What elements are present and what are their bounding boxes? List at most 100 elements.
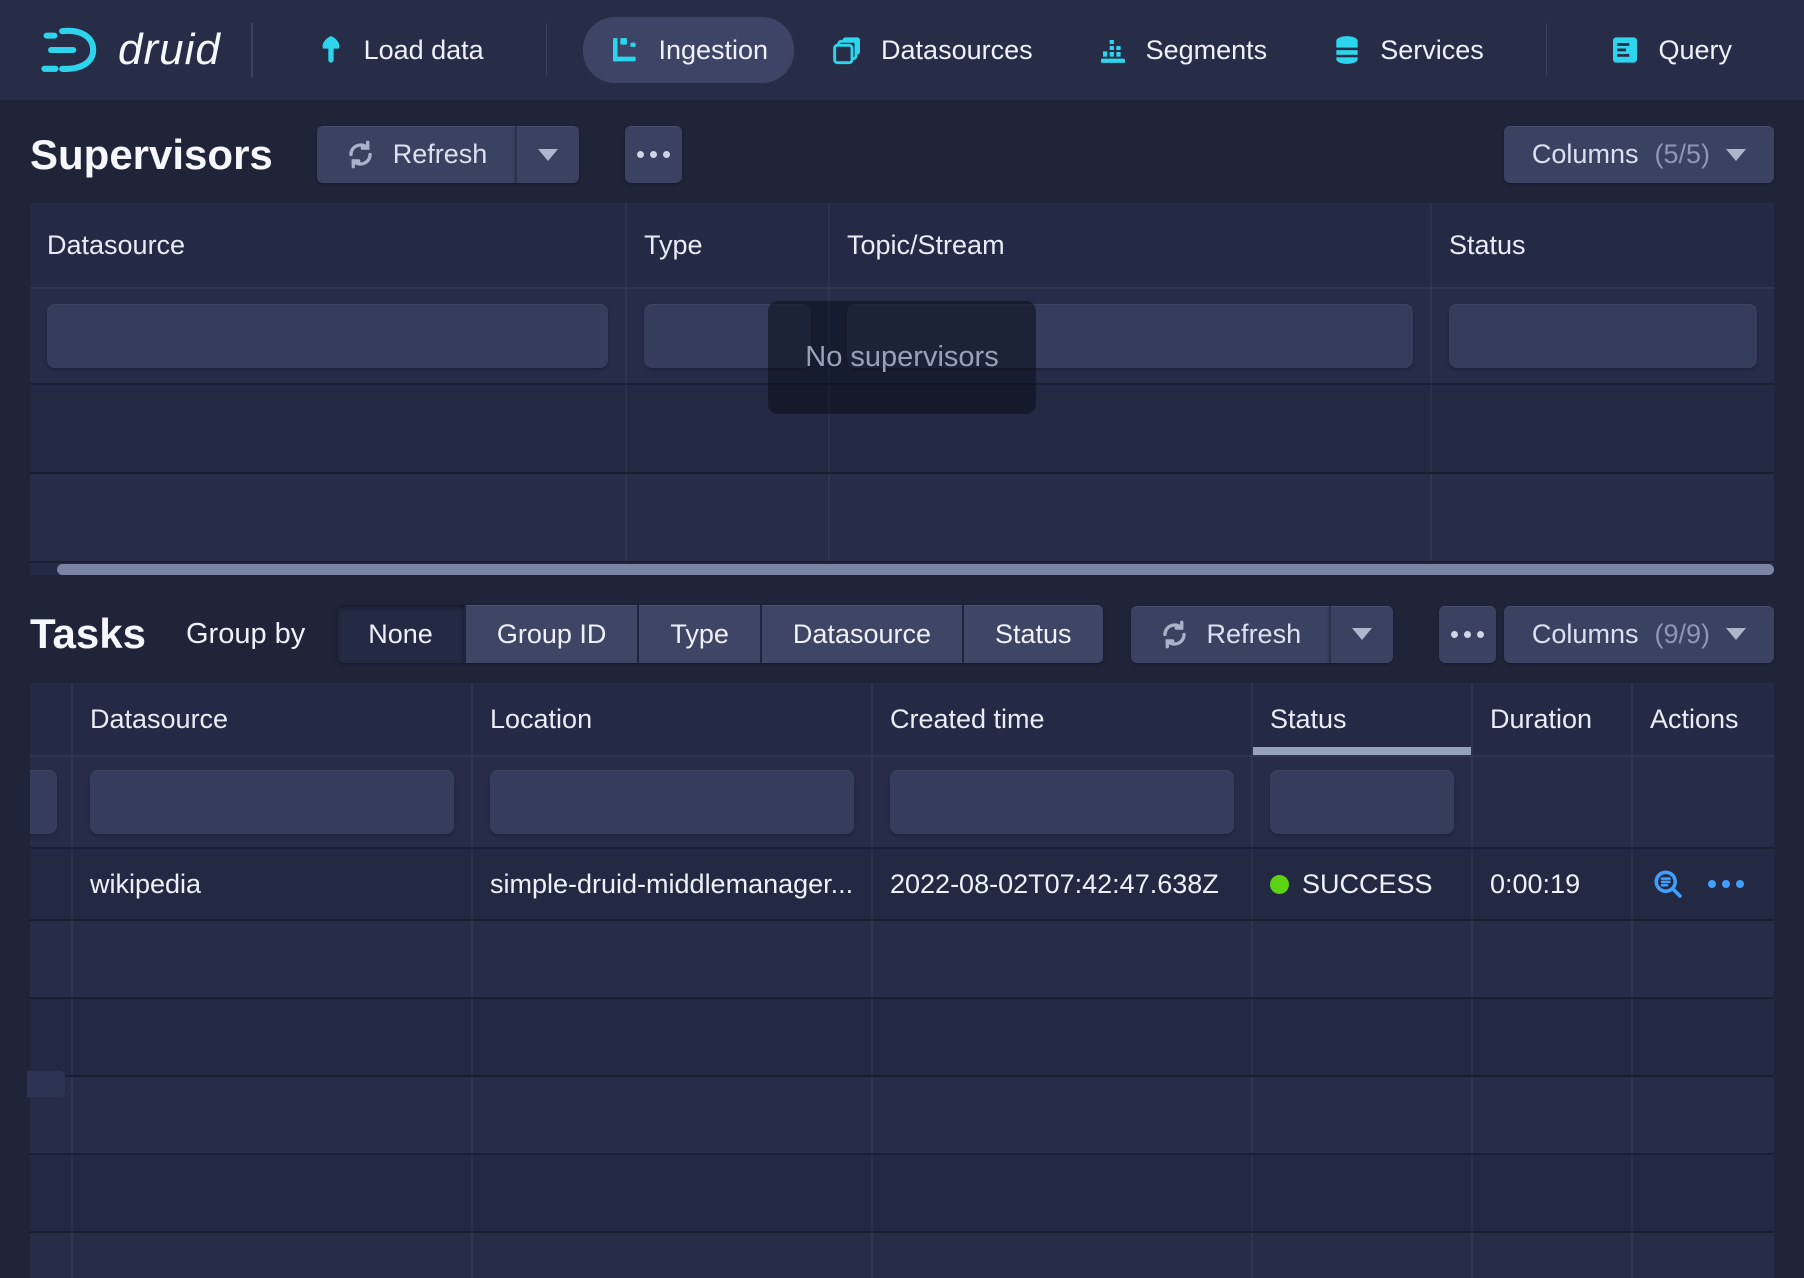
tasks-title: Tasks (30, 610, 146, 658)
column-header-duration[interactable]: Duration (1473, 683, 1633, 755)
empty-cell (1633, 921, 1774, 997)
column-header-type[interactable]: Type (627, 203, 830, 287)
column-header-topic-stream[interactable]: Topic/Stream (830, 203, 1432, 287)
empty-cell (30, 474, 627, 561)
empty-cell (1473, 1155, 1633, 1231)
nav-item-query[interactable]: Query (1583, 17, 1758, 83)
empty-cell (473, 921, 873, 997)
created-time-filter-input[interactable] (890, 770, 1234, 834)
brand-name: druid (118, 25, 221, 75)
empty-cell (473, 1077, 873, 1153)
nav-item-ingestion[interactable]: Ingestion (583, 17, 794, 83)
supervisors-refresh-button[interactable]: Refresh (317, 126, 516, 183)
empty-cell (1633, 1233, 1774, 1278)
empty-cell (473, 1233, 873, 1278)
nav-divider (251, 23, 253, 77)
supervisors-columns-button[interactable]: Columns (5/5) (1504, 126, 1774, 183)
nav-item-datasources[interactable]: Datasources (806, 17, 1059, 83)
tasks-refresh-dropdown-button[interactable] (1329, 606, 1393, 663)
table-row (30, 1077, 1774, 1155)
datasources-icon (832, 34, 864, 66)
no-supervisors-message: No supervisors (768, 301, 1036, 414)
empty-cell (73, 921, 473, 997)
location-cell: simple-druid-middlemanager... (473, 849, 873, 919)
filter-cell (30, 757, 73, 847)
refresh-label: Refresh (1207, 619, 1302, 650)
empty-cell (873, 1155, 1253, 1231)
table-row (30, 1155, 1774, 1233)
group-by-none-button[interactable]: None (337, 605, 466, 663)
empty-cell (1432, 474, 1774, 561)
columns-label: Columns (1532, 619, 1639, 650)
chevron-down-icon (1352, 628, 1372, 640)
empty-cell (73, 1233, 473, 1278)
chevron-down-icon (1726, 149, 1746, 161)
druid-logo[interactable]: druid (40, 25, 221, 75)
nav-item-segments[interactable]: Segments (1071, 17, 1294, 83)
empty-cell (73, 999, 473, 1075)
status-filter-input[interactable] (1449, 304, 1757, 368)
actions-cell (1633, 849, 1774, 919)
nav-item-label: Load data (364, 35, 484, 66)
services-icon (1331, 34, 1363, 66)
column-header-location[interactable]: Location (473, 683, 873, 755)
table-row (30, 1233, 1774, 1278)
empty-cell (873, 921, 1253, 997)
hidden-column-filter-input[interactable] (30, 770, 57, 834)
supervisors-refresh-dropdown-button[interactable] (515, 126, 579, 183)
tasks-table: Datasource Location Created time Status … (30, 683, 1774, 1278)
empty-cell (1253, 1155, 1473, 1231)
chevron-down-icon (538, 149, 558, 161)
status-cell: SUCCESS (1253, 849, 1473, 919)
column-header-status[interactable]: Status (1253, 683, 1473, 755)
nav-item-label: Services (1380, 35, 1484, 66)
empty-cell (30, 1233, 73, 1278)
empty-cell (1253, 999, 1473, 1075)
task-actions-more-icon[interactable] (1708, 880, 1744, 888)
group-by-datasource-button[interactable]: Datasource (762, 605, 964, 663)
column-header-actions[interactable]: Actions (1633, 683, 1774, 755)
nav-item-label: Segments (1146, 35, 1268, 66)
column-header-datasource[interactable]: Datasource (73, 683, 473, 755)
nav-item-label: Datasources (881, 35, 1033, 66)
nav-divider (1546, 23, 1548, 77)
empty-cell (1473, 1233, 1633, 1278)
supervisors-title: Supervisors (30, 131, 273, 179)
group-by-group-id-button[interactable]: Group ID (466, 605, 640, 663)
filter-cell (1633, 757, 1774, 847)
task-detail-magnifier-icon[interactable] (1650, 866, 1686, 902)
column-header-datasource[interactable]: Datasource (30, 203, 627, 287)
horizontal-scrollbar[interactable] (57, 564, 1774, 575)
columns-label: Columns (1532, 139, 1639, 170)
group-by-segmented-control: None Group ID Type Datasource Status (337, 605, 1102, 663)
nav-divider (546, 23, 548, 77)
empty-cell (1253, 1233, 1473, 1278)
chevron-down-icon (1726, 628, 1746, 640)
empty-cell (873, 999, 1253, 1075)
tasks-columns-button[interactable]: Columns (9/9) (1504, 606, 1774, 663)
empty-cell (30, 385, 627, 472)
datasource-filter-input[interactable] (47, 304, 608, 368)
columns-count: (9/9) (1654, 619, 1710, 650)
nav-item-load-data[interactable]: Load data (289, 17, 510, 83)
ingestion-icon (609, 34, 641, 66)
tasks-refresh-button[interactable]: Refresh (1131, 606, 1330, 663)
task-row-wikipedia: wikipedia simple-druid-middlemanager... … (30, 849, 1774, 921)
tasks-more-button[interactable] (1439, 606, 1496, 663)
status-filter-input[interactable] (1270, 770, 1454, 834)
duration-cell: 0:00:19 (1473, 849, 1633, 919)
column-header-status[interactable]: Status (1432, 203, 1774, 287)
nav-item-services[interactable]: Services (1305, 17, 1510, 83)
empty-cell (1432, 385, 1774, 472)
supervisors-table: Datasource Type Topic/Stream Status No s… (30, 203, 1774, 575)
location-filter-input[interactable] (490, 770, 854, 834)
horizontal-scrollbar-stub[interactable] (27, 1071, 65, 1097)
column-header-created-time[interactable]: Created time (873, 683, 1253, 755)
supervisors-more-button[interactable] (625, 126, 682, 183)
datasource-filter-input[interactable] (90, 770, 454, 834)
refresh-icon (1159, 619, 1190, 650)
group-by-type-button[interactable]: Type (639, 605, 762, 663)
expand-cell (30, 849, 73, 919)
group-by-status-button[interactable]: Status (964, 605, 1103, 663)
empty-cell (1253, 921, 1473, 997)
